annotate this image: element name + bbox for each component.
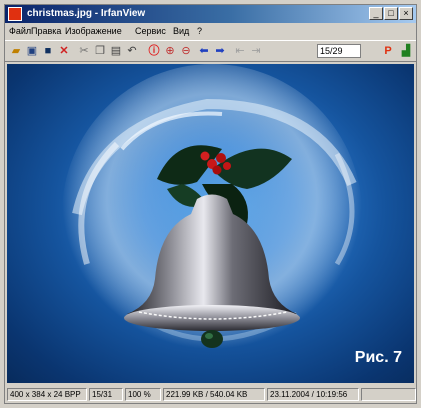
status-bar: 400 x 384 x 24 BPP 15/31 100 % 221.99 KB… <box>5 386 416 403</box>
paint-icon[interactable]: P <box>381 45 395 58</box>
status-date: 23.11.2004 / 10:19:56 <box>267 388 359 401</box>
cut-icon[interactable]: ✂ <box>77 45 91 58</box>
irfanview-icon <box>8 7 22 21</box>
close-icon[interactable]: × <box>399 7 413 20</box>
slideshow-icon[interactable]: ▣ <box>25 45 39 58</box>
last-icon[interactable]: ⇥ <box>249 45 263 58</box>
image-view[interactable]: Рис. 7 <box>7 64 414 383</box>
menu-bar: Файл Правка Изображение Сервис Вид ? <box>5 24 416 39</box>
status-dimensions: 400 x 384 x 24 BPP <box>7 388 87 401</box>
christmas-bell-image <box>62 64 362 364</box>
open-icon[interactable]: ▰ <box>9 45 23 58</box>
maximize-icon[interactable]: □ <box>384 7 398 20</box>
counter-field[interactable]: 15/29 <box>317 44 361 58</box>
title-bar: christmas.jpg - IrfanView _ □ × <box>5 5 416 23</box>
irfanview-window: christmas.jpg - IrfanView _ □ × Файл Пра… <box>4 4 417 404</box>
menu-file[interactable]: Файл <box>9 26 31 36</box>
previous-icon[interactable]: ⬅ <box>197 45 211 58</box>
zoom-in-icon[interactable]: ⊕ <box>163 45 177 58</box>
first-icon[interactable]: ⇤ <box>233 45 247 58</box>
minimize-icon[interactable]: _ <box>369 7 383 20</box>
delete-icon[interactable]: ✕ <box>57 45 71 58</box>
menu-view[interactable]: Вид <box>173 26 189 36</box>
status-filesize: 221.99 KB / 540.04 KB <box>163 388 265 401</box>
window-title: christmas.jpg - IrfanView <box>27 8 146 19</box>
copy-icon[interactable]: ❐ <box>93 45 107 58</box>
figure-caption: Рис. 7 <box>354 349 402 366</box>
undo-icon[interactable]: ↶ <box>125 45 139 58</box>
toolbar: ▰ ▣ ■ ✕ ✂ ❐ ▤ ↶ ⓘ ⊕ ⊖ ⬅ ➡ ⇤ ⇥ 15/29 P ▟ <box>5 40 416 62</box>
status-extra <box>361 388 416 401</box>
save-icon[interactable]: ■ <box>41 45 55 58</box>
status-index: 15/31 <box>89 388 123 401</box>
paste-icon[interactable]: ▤ <box>109 45 123 58</box>
status-zoom: 100 % <box>125 388 161 401</box>
menu-tools[interactable]: Сервис <box>135 26 166 36</box>
menu-image[interactable]: Изображение <box>65 26 122 36</box>
menu-help[interactable]: ? <box>197 26 202 36</box>
zoom-out-icon[interactable]: ⊖ <box>179 45 193 58</box>
exit-icon[interactable]: ▟ <box>399 45 413 58</box>
info-icon[interactable]: ⓘ <box>147 45 161 58</box>
menu-edit[interactable]: Правка <box>31 26 61 36</box>
next-icon[interactable]: ➡ <box>213 45 227 58</box>
